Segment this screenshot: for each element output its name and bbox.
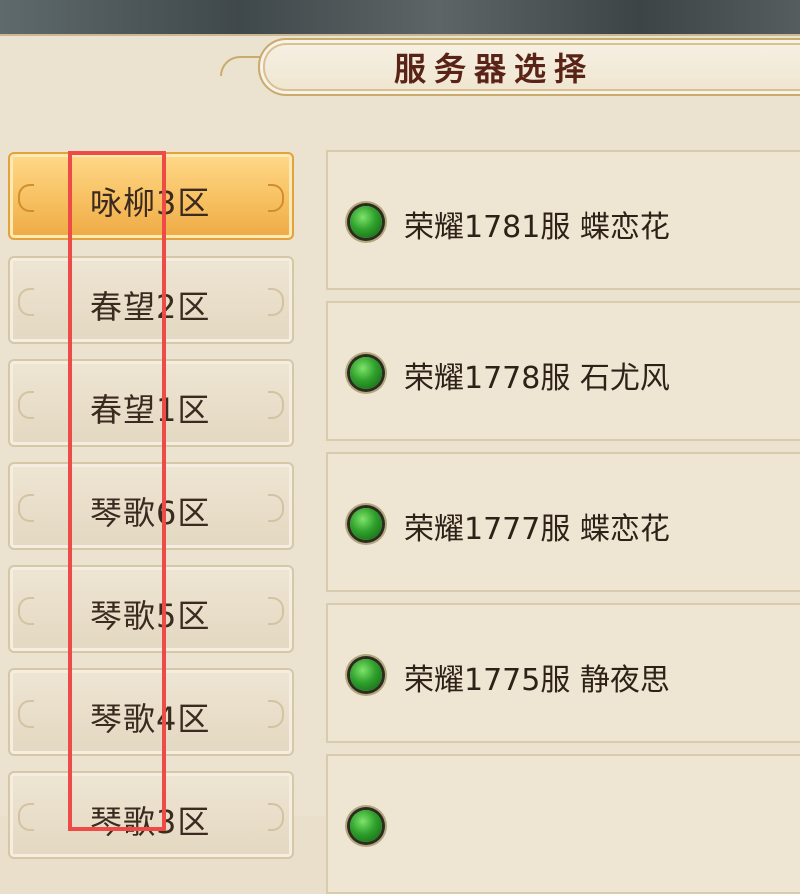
zone-tab[interactable]: 琴歌3区 xyxy=(8,771,294,859)
zone-tab-label: 春望2区 xyxy=(90,288,211,326)
zone-list: 咏柳3区 春望2区 春望1区 琴歌6区 琴歌5区 琴歌4区 琴歌3区 xyxy=(8,0,300,859)
zone-tab[interactable]: 琴歌4区 xyxy=(8,668,294,756)
server-row[interactable]: 荣耀1781服 蝶恋花 xyxy=(326,150,800,290)
zone-tab-label: 琴歌6区 xyxy=(90,494,211,532)
server-row[interactable]: 荣耀1775服 静夜思 xyxy=(326,603,800,743)
server-row[interactable]: 荣耀1778服 石尤风 xyxy=(326,301,800,441)
server-name: 荣耀1778服 石尤风 xyxy=(404,361,670,396)
zone-tab[interactable]: 咏柳3区 xyxy=(8,152,294,240)
server-name: 荣耀1777服 蝶恋花 xyxy=(404,512,670,547)
status-online-icon xyxy=(350,357,382,389)
zone-tab[interactable]: 春望1区 xyxy=(8,359,294,447)
server-row[interactable]: 荣耀1777服 蝶恋花 xyxy=(326,452,800,592)
zone-tab[interactable]: 琴歌6区 xyxy=(8,462,294,550)
zone-tab-label: 琴歌3区 xyxy=(90,803,211,841)
zone-tab-label: 琴歌5区 xyxy=(90,597,211,635)
server-name: 荣耀1775服 静夜思 xyxy=(404,663,670,698)
zone-tab[interactable]: 春望2区 xyxy=(8,256,294,344)
zone-tab-label: 春望1区 xyxy=(90,391,211,429)
status-online-icon xyxy=(350,508,382,540)
server-list: 荣耀1781服 蝶恋花 荣耀1778服 石尤风 荣耀1777服 蝶恋花 荣耀17… xyxy=(326,0,800,894)
server-name: 荣耀1781服 蝶恋花 xyxy=(404,210,670,245)
status-online-icon xyxy=(350,206,382,238)
zone-tab-label: 琴歌4区 xyxy=(90,700,211,738)
status-online-icon xyxy=(350,810,382,842)
status-online-icon xyxy=(350,659,382,691)
zone-tab-label: 咏柳3区 xyxy=(90,184,211,222)
zone-tab[interactable]: 琴歌5区 xyxy=(8,565,294,653)
server-row[interactable] xyxy=(326,754,800,894)
